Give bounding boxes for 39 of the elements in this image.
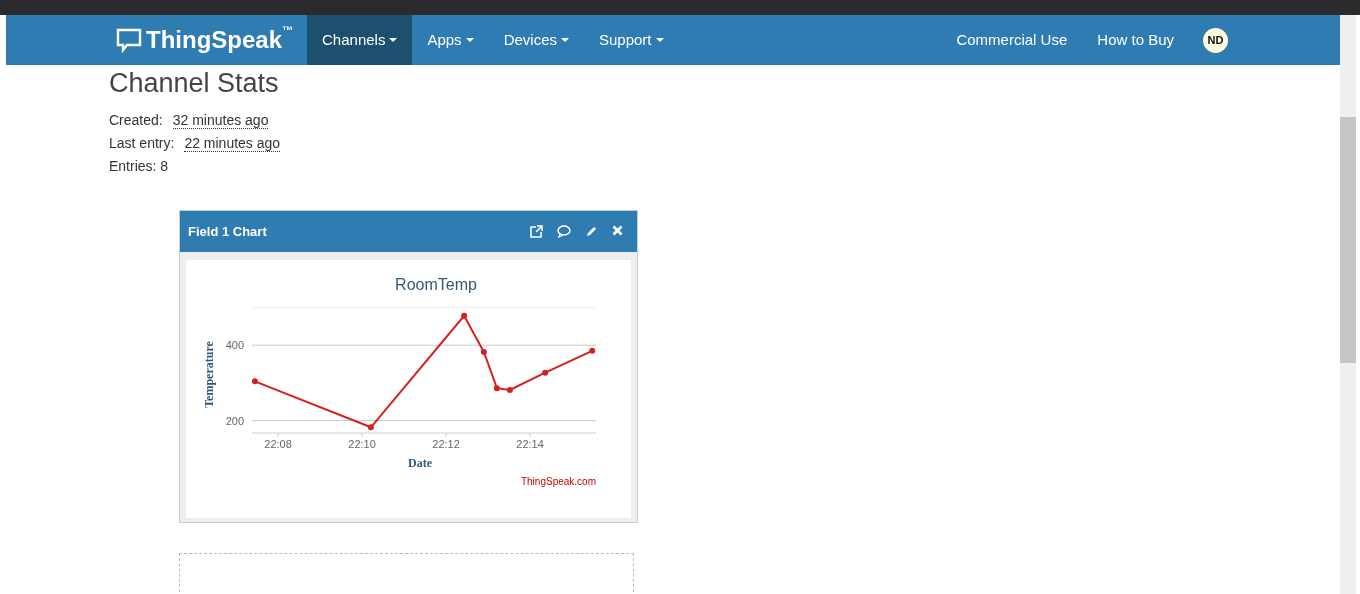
data-point bbox=[542, 370, 549, 377]
nav-link[interactable]: How to Buy bbox=[1082, 15, 1189, 65]
x-tick-label: 22:12 bbox=[432, 438, 460, 451]
x-axis-title: Date bbox=[408, 456, 432, 471]
stat-value: 22 minutes ago bbox=[184, 135, 281, 153]
page-heading: Channel Stats bbox=[109, 67, 280, 100]
stat-value: 32 minutes ago bbox=[172, 112, 269, 130]
nav-menu[interactable]: Apps bbox=[412, 15, 489, 65]
data-point bbox=[480, 349, 487, 356]
nav-menu[interactable]: Devices bbox=[488, 15, 584, 65]
y-axis-title: Temperature bbox=[202, 341, 216, 409]
chart-title: RoomTemp bbox=[395, 276, 477, 294]
data-point bbox=[493, 385, 500, 392]
x-tick-label: 22:08 bbox=[264, 438, 292, 451]
y-tick-label: 400 bbox=[225, 339, 244, 352]
scrollbar-thumb[interactable] bbox=[1340, 117, 1356, 363]
stat-label: Entries: 8 bbox=[109, 158, 169, 175]
brand-logo[interactable]: ThingSpeak$^{™}$ bbox=[116, 15, 294, 65]
stat-label: Created: bbox=[109, 112, 163, 129]
x-tick-label: 22:10 bbox=[348, 438, 376, 451]
nav-link[interactable]: Commercial Use bbox=[941, 15, 1083, 65]
scrollbar[interactable] bbox=[1340, 15, 1356, 594]
data-point bbox=[367, 424, 374, 431]
nav-menu[interactable]: Channels bbox=[307, 15, 413, 65]
nav-menu[interactable]: Support bbox=[584, 15, 679, 65]
chart-credit: ThingSpeak.com bbox=[520, 476, 596, 488]
data-point bbox=[251, 378, 258, 385]
pencil-icon[interactable] bbox=[585, 225, 598, 239]
close-icon[interactable] bbox=[612, 225, 623, 237]
external-link-icon[interactable] bbox=[530, 225, 543, 239]
comment-icon[interactable] bbox=[557, 225, 571, 239]
stat-label: Last entry: bbox=[109, 135, 175, 152]
y-tick-label: 200 bbox=[225, 414, 244, 427]
data-point bbox=[589, 348, 596, 355]
data-point bbox=[461, 313, 468, 320]
user-avatar[interactable]: ND bbox=[1203, 27, 1228, 53]
data-point bbox=[506, 387, 513, 394]
x-tick-label: 22:14 bbox=[516, 438, 544, 451]
widget-title: Field 1 Chart bbox=[188, 223, 267, 242]
